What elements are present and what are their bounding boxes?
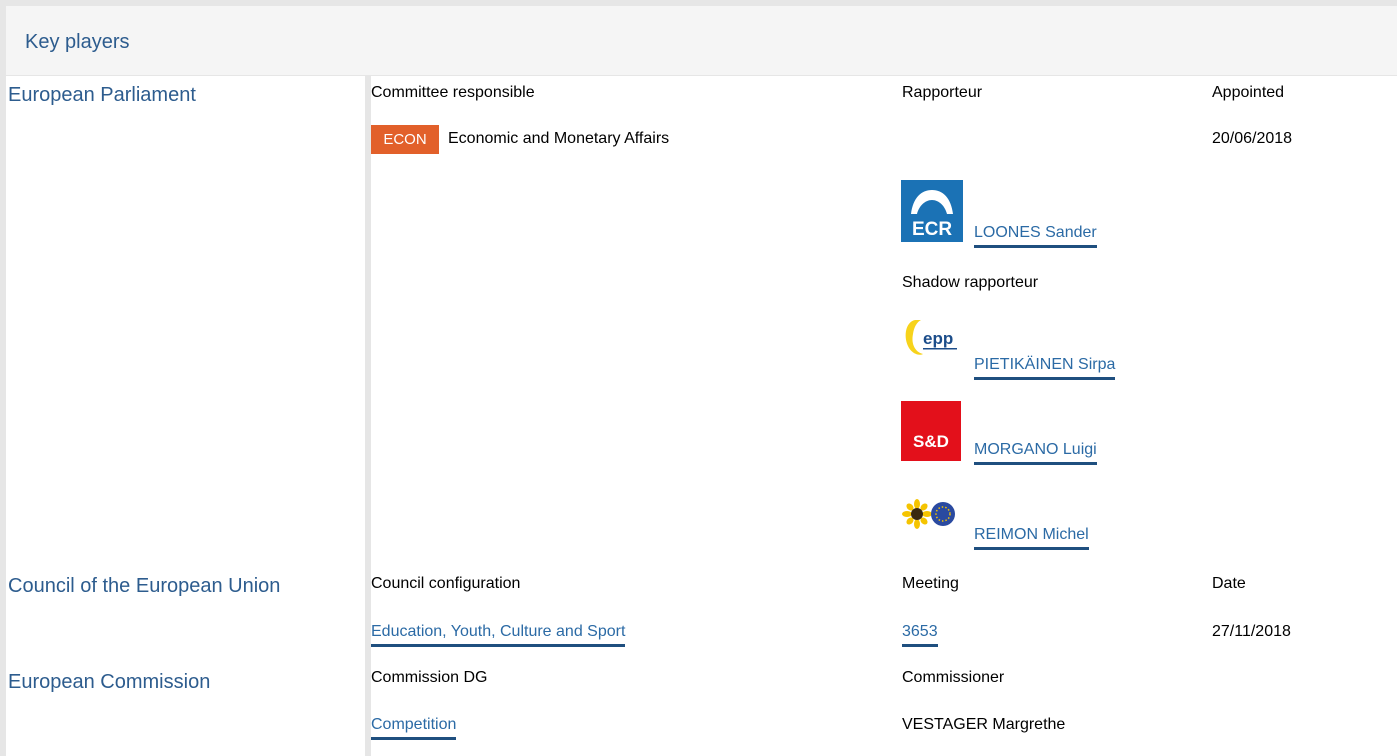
commissioner-header: Commissioner <box>902 669 1005 686</box>
column-divider <box>365 75 371 756</box>
appointed-header: Appointed <box>1212 84 1285 101</box>
section-title: Key players <box>25 31 130 53</box>
commissioner-name: VESTAGER Margrethe <box>902 716 1066 733</box>
institution-commission: European Commission <box>8 671 211 693</box>
key-players-panel <box>0 0 1397 756</box>
ecr-group-icon: ECR <box>901 180 963 242</box>
institution-council: Council of the European Union <box>8 575 281 597</box>
rapporteur-link[interactable]: LOONES Sander <box>974 224 1097 248</box>
institution-european-parliament: European Parliament <box>8 84 196 106</box>
date-header: Date <box>1212 575 1246 592</box>
section-header: Key players <box>6 6 1397 76</box>
rapporteur-header: Rapporteur <box>902 84 983 101</box>
meeting-header: Meeting <box>902 575 959 592</box>
commission-dg-link[interactable]: Competition <box>371 716 457 740</box>
epp-logo-text: epp <box>923 329 953 348</box>
appointed-date: 20/06/2018 <box>1212 130 1293 147</box>
shadow-rapporteur-link[interactable]: REIMON Michel <box>974 526 1089 550</box>
shadow-rapporteur-link[interactable]: PIETIKÄINEN Sirpa <box>974 356 1116 380</box>
shadow-rapporteur-label: Shadow rapporteur <box>902 274 1039 291</box>
council-configuration-link[interactable]: Education, Youth, Culture and Sport <box>371 623 626 647</box>
meeting-date: 27/11/2018 <box>1212 623 1291 640</box>
council-configuration-header: Council configuration <box>371 575 521 592</box>
committee-name: Economic and Monetary Affairs <box>448 130 670 147</box>
meeting-link[interactable]: 3653 <box>902 623 938 647</box>
epp-group-icon: epp <box>905 320 957 355</box>
sd-group-icon: S&D <box>901 401 961 461</box>
sd-logo-text: S&D <box>913 432 949 451</box>
committee-code-badge: ECON <box>371 125 439 154</box>
ecr-logo-text: ECR <box>912 219 952 240</box>
greens-efa-group-icon <box>902 499 955 529</box>
shadow-rapporteur-link[interactable]: MORGANO Luigi <box>974 441 1097 465</box>
commission-dg-header: Commission DG <box>371 669 488 686</box>
committee-header: Committee responsible <box>371 84 535 101</box>
